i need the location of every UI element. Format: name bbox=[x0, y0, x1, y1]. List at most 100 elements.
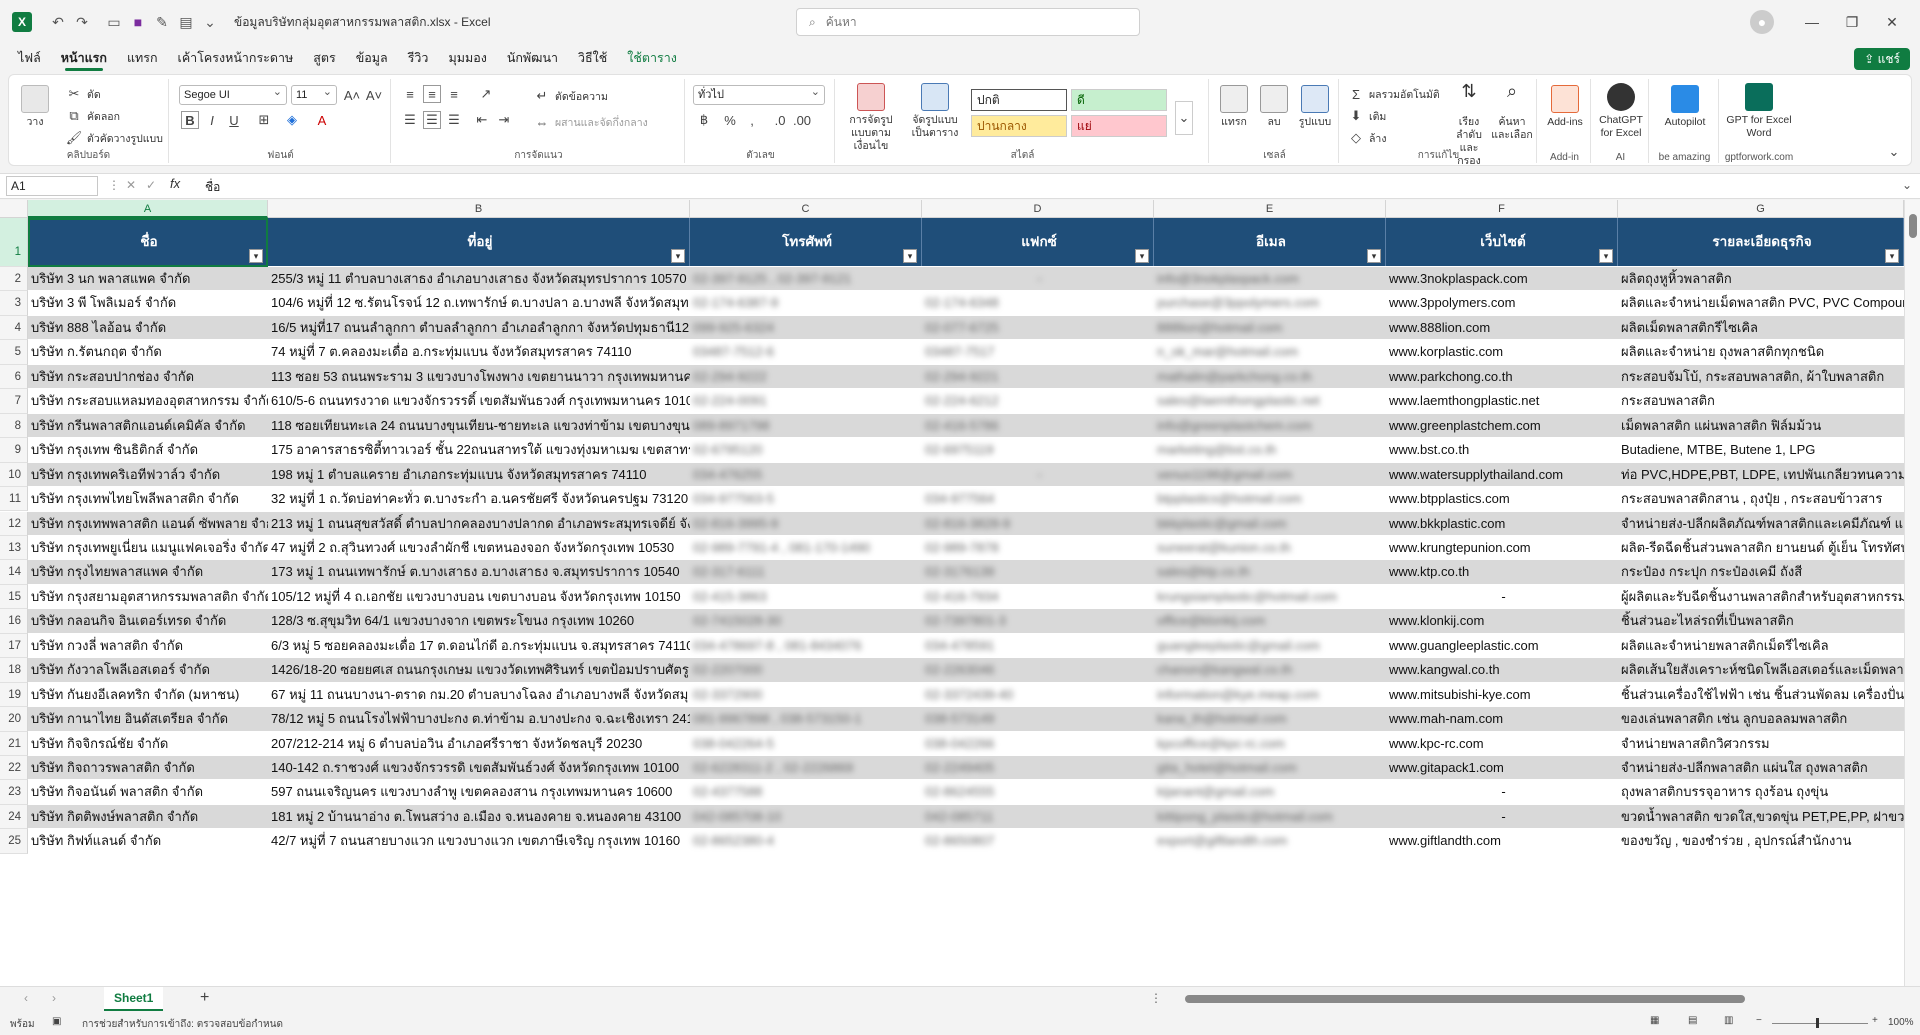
cell-email[interactable]: btpplastics@hotmail.com bbox=[1154, 487, 1386, 510]
cell-tel[interactable]: 034-476255 bbox=[690, 463, 922, 486]
cell-email[interactable]: venus1198@gmail.com bbox=[1154, 463, 1386, 486]
tab-data[interactable]: ข้อมูล bbox=[346, 44, 398, 72]
cell-biz[interactable]: ชิ้นส่วนเครื่องใช้ไฟฟ้า เช่น ชิ้นส่วนพัด… bbox=[1618, 683, 1904, 706]
share-button[interactable]: ⇪ แชร์ bbox=[1854, 48, 1910, 70]
cell-biz[interactable]: จำหน่ายส่ง-ปลีกพลาสติก แผ่นใส ถุงพลาสติก bbox=[1618, 756, 1904, 779]
row-header[interactable]: 15 bbox=[0, 584, 28, 610]
zoom-in-icon[interactable]: + bbox=[1872, 1015, 1878, 1026]
cell-biz[interactable]: ผู้ผลิตและรับฉีดชิ้นงานพลาสติกสำหรับอุตส… bbox=[1618, 585, 1904, 608]
align-left-icon[interactable]: ☰ bbox=[401, 111, 419, 129]
header-cell[interactable]: โทรศัพท์ ▾ bbox=[690, 218, 922, 266]
redo-icon[interactable]: ↷ bbox=[70, 10, 94, 34]
cell-name[interactable]: บริษัท 3 นก พลาสแพค จำกัด bbox=[28, 267, 268, 290]
new-file-icon[interactable]: ▭ bbox=[102, 10, 126, 34]
row-header[interactable]: 5 bbox=[0, 340, 28, 365]
cell-name[interactable]: บริษัท กระสอบแหลมทองอุตสาหกรรม จำกัด bbox=[28, 389, 268, 412]
cell-name[interactable]: บริษัท กระสอบปากช่อง จำกัด bbox=[28, 365, 268, 388]
cell-email[interactable]: office@klonkij.com bbox=[1154, 609, 1386, 632]
cell-fax[interactable]: 02-8650807 bbox=[922, 829, 1154, 852]
row-header[interactable]: 12 bbox=[0, 511, 28, 536]
cell-biz[interactable]: ผลิตถุงหูหิ้วพลาสติก bbox=[1618, 267, 1904, 290]
cell-addr[interactable]: 42/7 หมู่ที่ 7 ถนนสายบางแวก แขวงบางแวก เ… bbox=[268, 829, 690, 852]
expand-formula-icon[interactable]: ⌄ bbox=[1902, 178, 1912, 192]
cell-fax[interactable]: 042-085711 bbox=[922, 805, 1154, 828]
cell-web[interactable]: www.kangwal.co.th bbox=[1386, 658, 1618, 681]
cell-web[interactable]: - bbox=[1386, 780, 1618, 803]
cell-biz[interactable]: ผลิตเม็ดพลาสติกรีไซเคิล bbox=[1618, 316, 1904, 339]
format-painter-button[interactable]: 🖌 ตัวคัดวางรูปแบบ bbox=[65, 129, 163, 147]
filter-dropdown-icon[interactable]: ▾ bbox=[1885, 249, 1899, 263]
cell-tel[interactable]: 02-2207000 bbox=[690, 658, 922, 681]
zoom-out-icon[interactable]: − bbox=[1756, 1015, 1762, 1026]
font-color-icon[interactable]: A bbox=[313, 111, 331, 129]
format-as-table-button[interactable]: จัดรูปแบบเป็นตาราง bbox=[905, 83, 965, 140]
row-header[interactable]: 19 bbox=[0, 682, 28, 708]
tab-help[interactable]: วิธีใช้ bbox=[568, 44, 617, 72]
cell-biz[interactable]: ชิ้นส่วนอะไหล่รถที่เป็นพลาสติก bbox=[1618, 609, 1904, 632]
row-header[interactable]: 17 bbox=[0, 633, 28, 659]
cell-fax[interactable]: 02-294-9221 bbox=[922, 365, 1154, 388]
prev-sheet-icon[interactable]: ‹ bbox=[24, 991, 28, 1005]
row-header[interactable]: 8 bbox=[0, 413, 28, 439]
header-cell[interactable]: อีเมล ▾ bbox=[1154, 218, 1386, 266]
cell-tel[interactable]: 02-6228311-2 , 02-2226869 bbox=[690, 756, 922, 779]
cell-fax[interactable]: 02-3176139 bbox=[922, 560, 1154, 583]
cell-web[interactable]: - bbox=[1386, 805, 1618, 828]
row-header[interactable]: 4 bbox=[0, 315, 28, 341]
cell-web[interactable]: www.parkchong.co.th bbox=[1386, 365, 1618, 388]
cell-fax[interactable]: 02-2263046 bbox=[922, 658, 1154, 681]
cell-fax[interactable]: 02-816-3828-9 bbox=[922, 512, 1154, 535]
cell-name[interactable]: บริษัท กิฟท์แลนด์ จำกัด bbox=[28, 829, 268, 852]
cell-name[interactable]: บริษัท กรุงเทพไทยโพลีพลาสติก จำกัด bbox=[28, 487, 268, 510]
filter-dropdown-icon[interactable]: ▾ bbox=[1135, 249, 1149, 263]
cell-biz[interactable]: ผลิตและจำหน่ายพลาสติกเม็ดรีไซเคิล bbox=[1618, 634, 1904, 657]
cell-tel[interactable]: 038-042264-5 bbox=[690, 732, 922, 755]
cell-addr[interactable]: 181 หมู่ 2 บ้านนาอ่าง ต.โพนสว่าง อ.เมือง… bbox=[268, 805, 690, 828]
align-right-icon[interactable]: ☰ bbox=[445, 111, 463, 129]
cell-addr[interactable]: 173 หมู่ 1 ถนนเทพารักษ์ ต.บางเสาธง อ.บาง… bbox=[268, 560, 690, 583]
header-cell[interactable]: ที่อยู่ ▾ bbox=[268, 218, 690, 266]
tab-view[interactable]: มุมมอง bbox=[438, 44, 496, 72]
cell-tel[interactable]: 081-9967898 , 038-573150-1 bbox=[690, 707, 922, 730]
cell-web[interactable]: www.888lion.com bbox=[1386, 316, 1618, 339]
decrease-font-icon[interactable]: A˅ bbox=[365, 86, 383, 104]
cell-web[interactable]: www.kpc-rc.com bbox=[1386, 732, 1618, 755]
cell-name[interactable]: บริษัท กันยงอีเลคทริก จำกัด (มหาชน) bbox=[28, 683, 268, 706]
cell-biz[interactable]: กระสอบพลาสติกสาน , ถุงปุ๋ย , กระสอบข้าวส… bbox=[1618, 487, 1904, 510]
cell-email[interactable]: kpcoffice@kpc-rc.com bbox=[1154, 732, 1386, 755]
cell-biz[interactable]: กระป๋อง กระปุก กระป๋องเคมี ถังสี bbox=[1618, 560, 1904, 583]
cell-tel[interactable]: 089-8971798 bbox=[690, 414, 922, 437]
row-header[interactable]: 9 bbox=[0, 438, 28, 463]
restore-icon[interactable]: ❐ bbox=[1840, 10, 1864, 34]
cell-tel[interactable]: 02-224-0091 bbox=[690, 389, 922, 412]
column-header-c[interactable]: C bbox=[690, 200, 922, 218]
cell-web[interactable]: www.bst.co.th bbox=[1386, 438, 1618, 461]
row-header[interactable]: 25 bbox=[0, 829, 28, 854]
underline-icon[interactable]: U bbox=[225, 111, 243, 129]
cell-email[interactable]: 888lion@hotmail.com bbox=[1154, 316, 1386, 339]
italic-icon[interactable]: I bbox=[203, 111, 221, 129]
cell-name[interactable]: บริษัท กังวาลโพลีเอสเตอร์ จำกัด bbox=[28, 658, 268, 681]
cell-email[interactable]: information@kye.meap.com bbox=[1154, 683, 1386, 706]
row-header[interactable]: 22 bbox=[0, 756, 28, 781]
macro-record-icon[interactable]: ▣ bbox=[52, 1016, 61, 1027]
cell-email[interactable]: mathalin@parkchong.co.th bbox=[1154, 365, 1386, 388]
align-middle-icon[interactable]: ≡ bbox=[423, 85, 441, 103]
minimize-icon[interactable]: — bbox=[1800, 10, 1824, 34]
row-header[interactable]: 24 bbox=[0, 804, 28, 830]
cell-email[interactable]: export@giftlandth.com bbox=[1154, 829, 1386, 852]
cell-addr[interactable]: 118 ซอยเทียนทะเล 24 ถนนบางขุนเทียน-ชายทะ… bbox=[268, 414, 690, 437]
cell-addr[interactable]: 128/3 ซ.สุขุมวิท 64/1 แขวงบางจาก เขตพระโ… bbox=[268, 609, 690, 632]
font-name-select[interactable]: Segoe UI bbox=[179, 83, 287, 105]
cell-addr[interactable]: 105/12 หมู่ที่ 4 ถ.เอกชัย แขวงบางบอน เขต… bbox=[268, 585, 690, 608]
cell-web[interactable]: www.bkkplastic.com bbox=[1386, 512, 1618, 535]
fill-button[interactable]: ⬇ เติม bbox=[1347, 107, 1387, 125]
merge-center-button[interactable]: ⇔ ผสานและจัดกึ่งกลาง bbox=[533, 113, 648, 131]
cell-web[interactable]: www.mah-nam.com bbox=[1386, 707, 1618, 730]
filter-dropdown-icon[interactable]: ▾ bbox=[1599, 249, 1613, 263]
cell-tel[interactable]: 02-415-3863 bbox=[690, 585, 922, 608]
find-select-button[interactable]: ⌕ ค้นหาและเลือก bbox=[1491, 82, 1533, 142]
page-break-view-icon[interactable]: ▥ bbox=[1724, 1015, 1733, 1026]
cell-email[interactable]: suneerat@kunion.co.th bbox=[1154, 536, 1386, 559]
row-header[interactable]: 7 bbox=[0, 389, 28, 414]
